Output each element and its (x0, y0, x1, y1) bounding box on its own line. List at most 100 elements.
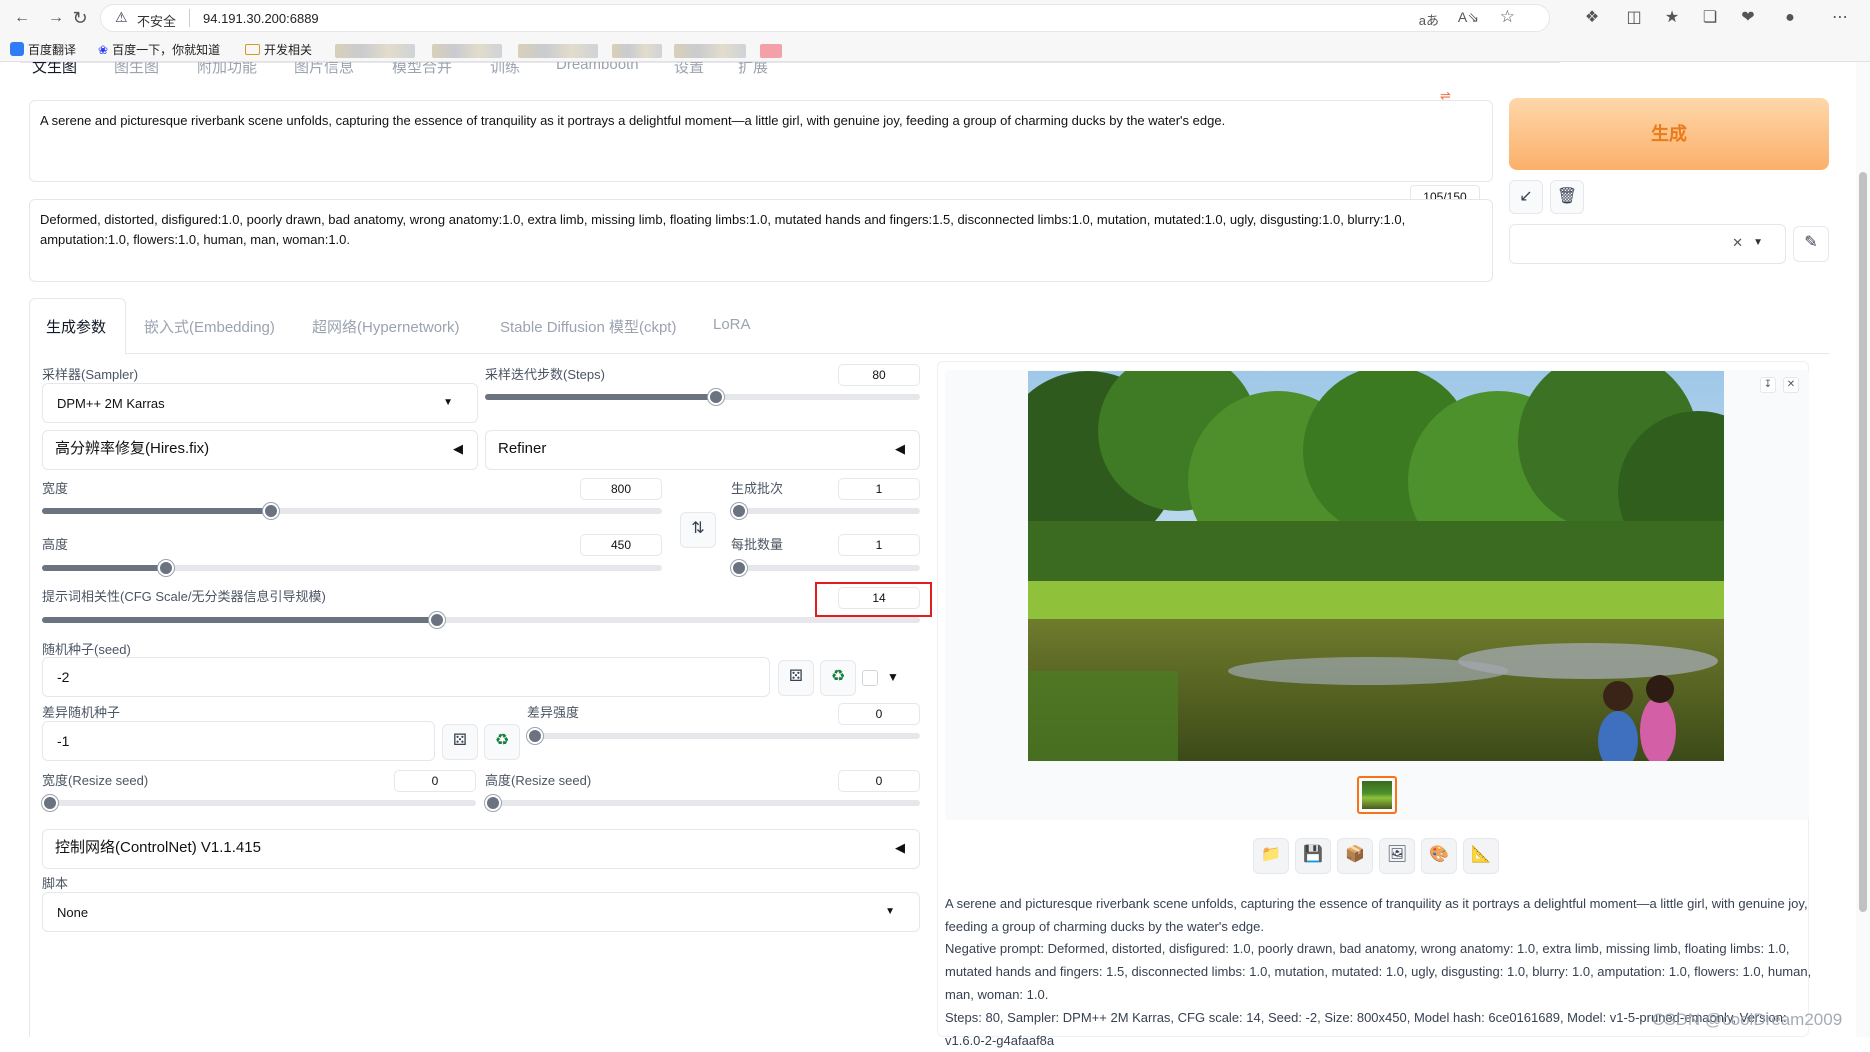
extensions-icon[interactable]: ❖ (1580, 6, 1604, 30)
blurred-bookmark[interactable] (612, 44, 662, 58)
tab-dreambooth[interactable]: Dreambooth (556, 62, 639, 73)
tab-ckpt[interactable]: Stable Diffusion 模型(ckpt) (500, 316, 676, 337)
cfg-slider-handle[interactable] (429, 612, 446, 628)
immersive-reader-icon[interactable]: A⇘ (1458, 9, 1479, 26)
send-to-inpaint-icon[interactable]: 🎨 (1421, 838, 1457, 874)
generated-image[interactable] (1028, 371, 1724, 761)
send-to-img2img-icon[interactable]: 🖼 (1379, 838, 1415, 874)
resize-seed-height-input[interactable]: 0 (838, 770, 920, 792)
forward-icon[interactable]: → (44, 6, 68, 30)
blurred-bookmark[interactable] (518, 44, 598, 58)
scrollbar-thumb[interactable] (1859, 172, 1867, 912)
close-icon[interactable]: ✕ (1783, 377, 1799, 393)
styles-dropdown[interactable]: ✕ ▼ (1509, 224, 1786, 264)
tab-lora[interactable]: LoRA (713, 316, 751, 333)
download-icon[interactable]: ↧ (1760, 377, 1776, 393)
hires-fix-accordion[interactable]: 高分辨率修复(Hires.fix) ◀ (42, 430, 478, 470)
steps-slider[interactable] (485, 389, 920, 405)
height-slider[interactable] (42, 560, 662, 576)
generate-button[interactable]: 生成 (1509, 98, 1829, 170)
batch-size-slider[interactable] (731, 560, 920, 576)
resize-seed-height-slider[interactable] (485, 795, 920, 811)
send-to-extras-icon[interactable]: 📐 (1463, 838, 1499, 874)
extra-seed-checkbox[interactable] (862, 670, 878, 686)
width-input[interactable]: 800 (580, 478, 662, 500)
split-screen-icon[interactable]: ◫ (1622, 6, 1646, 30)
variation-strength-input[interactable]: 0 (838, 703, 920, 725)
tab-img2img[interactable]: 图生图 (114, 62, 159, 77)
controlnet-accordion[interactable]: 控制网络(ControlNet) V1.1.415 ◀ (42, 829, 920, 869)
swap-dimensions-icon[interactable]: ⇅ (680, 512, 716, 548)
random-dice-icon[interactable]: ⚄ (442, 724, 478, 760)
bookmark-fanyi[interactable]: 百度翻译 (10, 40, 76, 60)
batch-size-slider-handle[interactable] (731, 560, 747, 576)
resize-seed-width-input[interactable]: 0 (394, 770, 476, 792)
favorites-icon[interactable]: ★ (1660, 6, 1684, 30)
more-menu-icon[interactable]: ⋯ (1828, 6, 1852, 30)
read-aloud-icon[interactable]: aあ (1419, 10, 1439, 29)
chevron-down-icon[interactable]: ▼ (1753, 237, 1763, 248)
tab-train[interactable]: 训练 (490, 62, 520, 77)
profile-avatar-icon[interactable]: ● (1778, 6, 1802, 30)
tab-png-info[interactable]: 图片信息 (294, 62, 354, 77)
prompt-box[interactable]: A serene and picturesque riverbank scene… (29, 100, 1493, 182)
cfg-slider[interactable] (42, 612, 920, 628)
tab-extras[interactable]: 附加功能 (197, 62, 257, 77)
resize-seed-height-handle[interactable] (485, 795, 501, 811)
bookmark-baidu[interactable]: ❀ 百度一下，你就知道 (98, 40, 220, 60)
scrollbar[interactable] (1856, 62, 1870, 1037)
height-input[interactable]: 450 (580, 534, 662, 556)
collections-icon[interactable]: ❏ (1698, 6, 1722, 30)
back-icon[interactable]: ← (10, 6, 34, 30)
resize-seed-height-label: 高度(Resize seed) (485, 773, 592, 788)
bookmark-dev[interactable]: 开发相关 (245, 40, 312, 60)
expand-triangle-icon[interactable]: ▼ (887, 670, 899, 684)
tab-merge[interactable]: 模型合并 (392, 62, 452, 77)
batch-count-input[interactable]: 1 (838, 478, 920, 500)
favorite-star-icon[interactable]: ☆ (1500, 7, 1515, 27)
height-slider-handle[interactable] (158, 560, 174, 576)
tab-embedding[interactable]: 嵌入式(Embedding) (144, 316, 275, 337)
resize-seed-width-slider[interactable] (42, 795, 476, 811)
recycle-icon[interactable]: ♻ (820, 660, 856, 696)
tab-generation[interactable]: 生成参数 (46, 316, 106, 337)
variation-seed-input[interactable]: -1 (42, 721, 435, 761)
read-params-icon[interactable]: ↙ (1509, 180, 1543, 214)
blurred-bookmark[interactable] (760, 44, 782, 58)
tab-extensions[interactable]: 扩展 (738, 62, 768, 77)
clear-icon[interactable]: ✕ (1732, 235, 1743, 251)
seed-input[interactable]: -2 (42, 657, 770, 697)
sampler-dropdown[interactable]: DPM++ 2M Karras ▼ (42, 383, 478, 423)
random-dice-icon[interactable]: ⚄ (778, 660, 814, 696)
recycle-icon[interactable]: ♻ (484, 724, 520, 760)
performance-icon[interactable]: ❤ (1736, 6, 1760, 30)
width-slider[interactable] (42, 503, 662, 519)
blurred-bookmark[interactable] (335, 44, 415, 58)
script-dropdown[interactable]: None ▼ (42, 892, 920, 932)
edit-styles-icon[interactable]: ✎ (1793, 226, 1829, 262)
resize-seed-width-handle[interactable] (42, 795, 58, 811)
address-bar[interactable]: ⚠ 不安全 94.191.30.200:6889 aあ A⇘ ☆ (100, 4, 1550, 32)
zip-icon[interactable]: 📦 (1337, 838, 1373, 874)
width-slider-handle[interactable] (263, 503, 280, 519)
steps-slider-handle[interactable] (707, 389, 724, 405)
refiner-accordion[interactable]: Refiner ◀ (485, 430, 920, 470)
blurred-bookmark[interactable] (432, 44, 502, 58)
batch-size-input[interactable]: 1 (838, 534, 920, 556)
trash-icon[interactable]: 🗑 (1550, 180, 1584, 214)
folder-icon[interactable]: 📁 (1253, 838, 1289, 874)
batch-count-slider[interactable] (731, 503, 920, 519)
blurred-bookmark[interactable] (674, 44, 746, 58)
wrap-toggle-icon[interactable]: ⇌ (1440, 88, 1451, 104)
batch-count-slider-handle[interactable] (731, 503, 747, 519)
reload-icon[interactable]: ↻ (68, 6, 92, 30)
tab-hypernetwork[interactable]: 超网络(Hypernetwork) (312, 316, 460, 337)
negative-prompt-box[interactable]: Deformed, distorted, disfigured:1.0, poo… (29, 199, 1493, 282)
save-icon[interactable]: 💾 (1295, 838, 1331, 874)
variation-strength-slider-handle[interactable] (527, 728, 543, 744)
steps-input[interactable]: 80 (838, 364, 920, 386)
tab-txt2img[interactable]: 文生图 (32, 62, 77, 77)
variation-strength-slider[interactable] (527, 728, 920, 744)
thumbnail[interactable] (1357, 776, 1397, 814)
tab-settings[interactable]: 设置 (674, 62, 704, 77)
